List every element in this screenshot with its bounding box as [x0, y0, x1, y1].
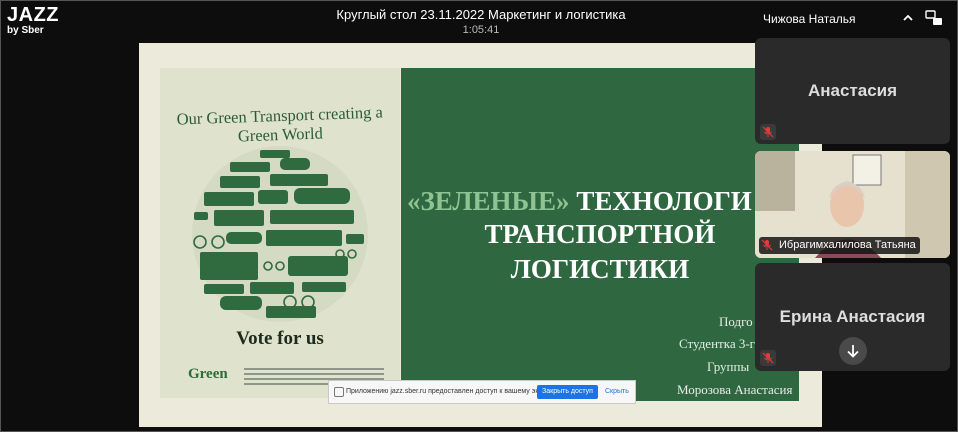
mic-off-icon	[760, 124, 776, 140]
vehicles-illustration	[192, 146, 368, 322]
poster-panel: Our Green Transport creating a Green Wor…	[160, 68, 400, 398]
author-prefix: Подго	[719, 314, 753, 329]
participants-panel-header: Чижова Наталья	[755, 7, 955, 29]
slide-heading-line-1: «ЗЕЛЕНЫЕ» ТЕХНОЛОГИ	[407, 186, 752, 217]
slide-heading-line-2: ТРАНСПОРТНОЙ	[484, 219, 716, 249]
participant-tile-video[interactable]: Ибрагимхалилова Татьяна	[755, 151, 950, 258]
swap-layout-icon[interactable]	[925, 10, 943, 26]
poster-title: Our Green Transport creating a Green Wor…	[176, 102, 384, 146]
participant-name: Ерина Анастасия	[779, 307, 926, 326]
brand-name: JAZZ	[7, 4, 59, 26]
screen-share-message: Приложению jazz.sber.ru предоставлен дос…	[346, 388, 555, 395]
author-student: Студентка 3-г	[679, 336, 756, 351]
screen-share-banner: Приложению jazz.sber.ru предоставлен дос…	[328, 380, 636, 404]
arrow-down-icon	[847, 345, 859, 358]
mic-off-icon	[760, 350, 776, 366]
scroll-down-button[interactable]	[839, 337, 867, 365]
participant-tile[interactable]: Анастасия	[755, 38, 950, 144]
chevron-up-icon[interactable]	[901, 11, 915, 25]
meeting-timer: 1:05:41	[462, 24, 500, 36]
participant-name: Анастасия	[807, 81, 898, 100]
participant-name-tag: Ибрагимхалилова Татьяна	[759, 237, 920, 254]
stop-sharing-button[interactable]: Закрыть доступ	[537, 385, 598, 399]
participant-name: Ибрагимхалилова Татьяна	[779, 239, 916, 251]
heading-quote: «ЗЕЛЕНЫЕ»	[407, 186, 570, 216]
jazz-logo: JAZZ by Sber	[7, 5, 59, 36]
hide-banner-link[interactable]: Скрыть	[605, 388, 629, 395]
heading-word: ТЕХНОЛОГИ	[576, 186, 752, 216]
meeting-title: Круглый стол 23.11.2022 Маркетинг и логи…	[336, 7, 626, 22]
author-name: Морозова Анастасия	[677, 382, 793, 397]
author-group: Группы	[707, 359, 750, 374]
green-logo: Green	[188, 366, 228, 382]
mic-off-icon	[759, 237, 775, 253]
poster-slogan: Vote for us	[236, 328, 324, 349]
slide-heading-line-3: ЛОГИСТИКИ	[510, 254, 690, 284]
brand-sub: by Sber	[7, 25, 44, 36]
slide-title-panel: «ЗЕЛЕНЫЕ» ТЕХНОЛОГИ ТРАНСПОРТНОЙ ЛОГИСТИ…	[401, 68, 799, 401]
app-window: JAZZ by Sber Круглый стол 23.11.2022 Мар…	[0, 0, 958, 432]
share-screen-icon	[334, 387, 344, 397]
active-speaker-name: Чижова Наталья	[763, 12, 856, 26]
